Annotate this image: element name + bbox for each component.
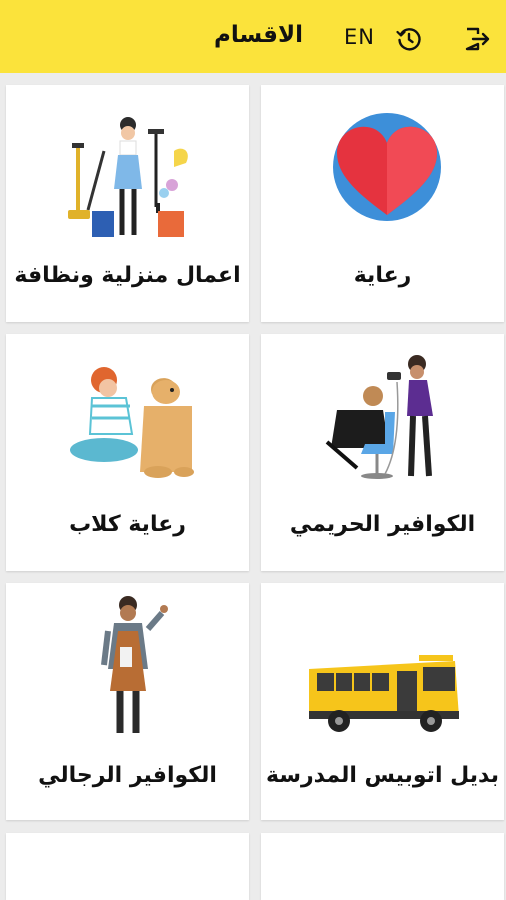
cleaning-woman-icon [68,117,188,237]
category-label: الكوافير الرجالي [38,763,217,788]
category-card-care[interactable]: رعاية [261,85,504,322]
app-bar: EN الاقسام [0,0,506,73]
barber-icon [101,596,168,733]
category-card-housekeeping[interactable]: اعمال منزلية ونظافة [6,85,249,322]
category-label: بديل اتوبيس المدرسة [265,763,500,788]
history-icon [396,28,421,51]
school-bus-icon [309,655,459,732]
category-card-partial[interactable] [261,833,504,900]
page-title: الاقسام [214,22,303,48]
heart-icon [333,113,441,221]
category-card-partial[interactable] [6,833,249,900]
categories-grid: رعاية اعمال منزلية ونظافة الكوافير الحري… [0,73,506,900]
language-toggle-button[interactable]: EN [344,25,375,49]
category-card-women-hairdresser[interactable]: الكوافير الحريمي [261,334,504,571]
logout-button[interactable] [464,26,490,52]
logout-icon [465,27,490,51]
category-card-men-barber[interactable]: الكوافير الرجالي [6,583,249,820]
category-label: الكوافير الحريمي [289,512,476,537]
category-label: رعاية [353,263,412,288]
women-hairdresser-icon [325,355,433,479]
category-card-school-bus[interactable]: بديل اتوبيس المدرسة [261,583,504,820]
category-label: اعمال منزلية ونظافة [14,263,241,288]
history-button[interactable] [396,26,422,52]
category-card-dog-care[interactable]: رعاية كلاب [6,334,249,571]
category-label: رعاية كلاب [69,512,186,537]
dog-care-icon [70,367,194,478]
